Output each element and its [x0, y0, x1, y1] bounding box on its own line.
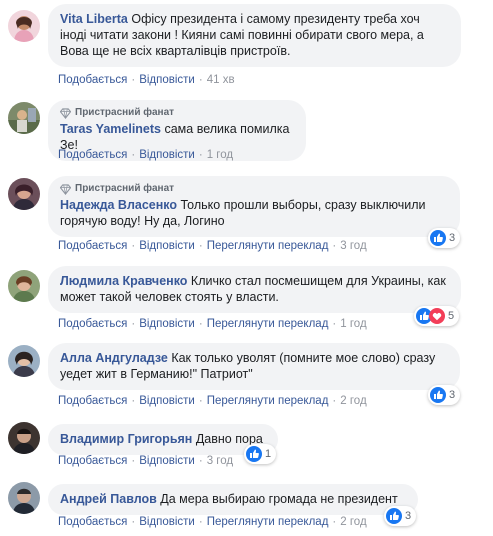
avatar[interactable] [8, 422, 40, 454]
see-translation-link[interactable]: Переглянути переклад [207, 516, 329, 528]
avatar[interactable] [8, 270, 40, 302]
top-fan-label: Пристрасний фанат [75, 107, 175, 118]
see-translation-link[interactable]: Переглянути переклад [207, 318, 329, 330]
like-link[interactable]: Подобається [58, 240, 127, 252]
like-link[interactable]: Подобається [58, 395, 127, 407]
reply-link[interactable]: Відповісти [139, 74, 195, 86]
comment-actions: Подобається · Відповісти · 3 год [58, 455, 234, 467]
like-link[interactable]: Подобається [58, 149, 127, 161]
reply-link[interactable]: Відповісти [139, 395, 195, 407]
reply-link[interactable]: Відповісти [139, 455, 195, 467]
comment-time[interactable]: 1 год [340, 318, 366, 330]
comment-author[interactable]: Людмила Кравченко [60, 274, 187, 288]
reactions-number: 3 [449, 232, 456, 244]
diamond-icon [60, 107, 71, 119]
like-link[interactable]: Подобається [58, 74, 127, 86]
avatar[interactable] [8, 10, 40, 42]
avatar[interactable] [8, 178, 40, 210]
comment-author[interactable]: Надежда Власенко [60, 198, 177, 212]
comment-time[interactable]: 1 год [207, 149, 233, 161]
like-link[interactable]: Подобається [58, 455, 127, 467]
love-icon [429, 308, 445, 324]
comment-bubble: Пристрасний фанат Надежда Власенко Тольк… [48, 176, 460, 237]
like-icon [246, 446, 262, 462]
comment: Пристрасний фанат Надежда Власенко Тольк… [8, 176, 486, 262]
like-icon [430, 230, 446, 246]
avatar[interactable] [8, 482, 40, 514]
reply-link[interactable]: Відповісти [139, 240, 195, 252]
comment-actions: Подобається · Відповісти · Переглянути перек… [58, 516, 367, 528]
reactions-count[interactable]: 3 [428, 385, 461, 405]
comment-author[interactable]: Андрей Павлов [60, 492, 157, 506]
like-icon [386, 508, 402, 524]
reactions-number: 1 [265, 448, 272, 460]
comment: Людмила Кравченко Кличко стал посмешищем… [8, 266, 486, 336]
avatar[interactable] [8, 102, 40, 134]
comment-author[interactable]: Taras Yamelinets [60, 122, 161, 136]
comment-actions: Подобається · Відповісти · Переглянути перек… [58, 395, 367, 407]
comment: Андрей Павлов Да мера выбираю громада не… [8, 482, 486, 534]
like-icon [430, 387, 446, 403]
comment-time[interactable]: 2 год [340, 395, 366, 407]
reactions-number: 3 [405, 510, 412, 522]
reactions-count[interactable]: 1 [244, 444, 277, 464]
see-translation-link[interactable]: Переглянути переклад [207, 395, 329, 407]
top-fan-badge: Пристрасний фанат [60, 107, 294, 119]
reactions-count[interactable]: 3 [428, 228, 461, 248]
comment: Алла Андгуладзе Как только уволят (помни… [8, 343, 486, 413]
reactions-number: 5 [448, 310, 455, 322]
comment-time[interactable]: 41 хв [207, 74, 235, 86]
diamond-icon [60, 183, 71, 195]
comment-bubble: Vita Liberta Офісу президента і самому п… [48, 4, 461, 67]
see-translation-link[interactable]: Переглянути переклад [207, 240, 329, 252]
top-fan-badge: Пристрасний фанат [60, 183, 448, 195]
comment-bubble: Людмила Кравченко Кличко стал посмешищем… [48, 266, 461, 313]
comment-actions: Подобається · Відповісти · 41 хв [58, 74, 235, 86]
comment-actions: Подобається · Відповісти · Переглянути перек… [58, 318, 367, 330]
reactions-count[interactable]: 5 [414, 306, 460, 326]
reply-link[interactable]: Відповісти [139, 149, 195, 161]
comment-actions: Подобається · Відповісти · Переглянути перек… [58, 240, 367, 252]
like-link[interactable]: Подобається [58, 318, 127, 330]
reply-link[interactable]: Відповісти [139, 516, 195, 528]
comment-bubble: Андрей Павлов Да мера выбираю громада не… [48, 484, 418, 515]
comment-time[interactable]: 3 год [207, 455, 233, 467]
comment-text: Да мера выбираю громада не президент [160, 492, 398, 506]
comment-author[interactable]: Vita Liberta [60, 12, 128, 26]
avatar[interactable] [8, 345, 40, 377]
comment-author[interactable]: Владимир Григорьян [60, 432, 192, 446]
comment: Пристрасний фанат Taras Yamelinets сама … [8, 100, 486, 170]
comment-time[interactable]: 3 год [340, 240, 366, 252]
comment-author[interactable]: Алла Андгуладзе [60, 351, 168, 365]
reactions-count[interactable]: 3 [384, 506, 417, 526]
comment-actions: Подобається · Відповісти · 1 год [58, 149, 234, 161]
comment: Владимир Григорьян Давно пора Подобаєтьс… [8, 422, 486, 474]
comment-time[interactable]: 2 год [340, 516, 366, 528]
comment-bubble: Алла Андгуладзе Как только уволят (помни… [48, 343, 460, 390]
comment: Vita Liberta Офісу президента і самому п… [8, 4, 486, 92]
reactions-number: 3 [449, 389, 456, 401]
top-fan-label: Пристрасний фанат [75, 183, 175, 194]
like-link[interactable]: Подобається [58, 516, 127, 528]
reply-link[interactable]: Відповісти [139, 318, 195, 330]
